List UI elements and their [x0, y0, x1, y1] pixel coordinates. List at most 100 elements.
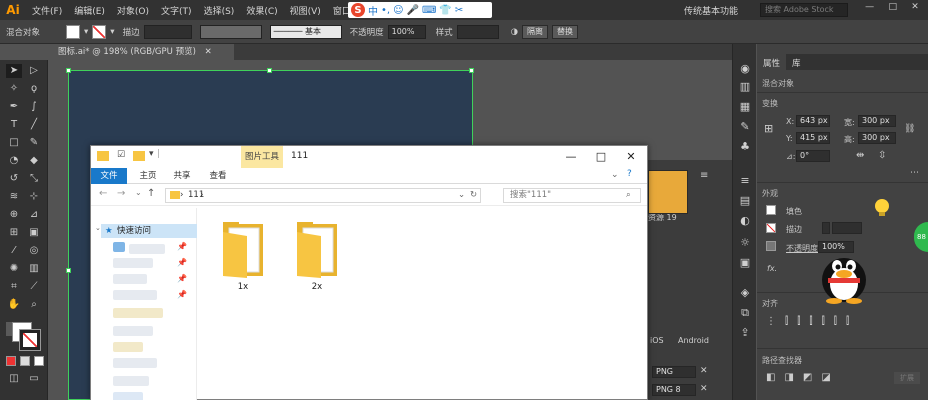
- selection-tool-icon[interactable]: ➤: [6, 64, 22, 78]
- ribbon-tab-file[interactable]: 文件: [91, 168, 127, 184]
- ribbon-tab-share[interactable]: 共享: [167, 168, 197, 184]
- nav-item[interactable]: [113, 242, 125, 252]
- opacity-label[interactable]: 不透明度: [786, 243, 818, 254]
- shape-builder-icon[interactable]: ⊕: [6, 208, 22, 222]
- stroke-weight-input[interactable]: [832, 222, 862, 234]
- blend-tool-icon[interactable]: ◎: [26, 244, 42, 258]
- nav-item[interactable]: [113, 326, 153, 336]
- magic-wand-icon[interactable]: ✧: [6, 82, 22, 96]
- direct-selection-tool-icon[interactable]: ▷: [26, 64, 42, 78]
- type-tool-icon[interactable]: T: [6, 118, 22, 132]
- pathfinder-buttons[interactable]: ◧◨◩◪: [766, 372, 840, 383]
- menu-file[interactable]: 文件(F): [26, 4, 68, 17]
- nav-item[interactable]: [113, 376, 149, 386]
- address-bar[interactable]: › 111 › ⌄ ↻: [165, 188, 481, 203]
- minimize-icon[interactable]: —: [561, 150, 581, 164]
- adobe-stock-search[interactable]: 搜索 Adobe Stock: [760, 3, 848, 17]
- nav-item[interactable]: [113, 290, 157, 300]
- nav-item[interactable]: [113, 308, 163, 318]
- stroke-swatch[interactable]: [766, 223, 776, 233]
- line-tool-icon[interactable]: ╱: [26, 118, 42, 132]
- expand-button[interactable]: 扩展: [894, 372, 920, 384]
- close-icon[interactable]: ✕: [700, 384, 708, 394]
- refresh-icon[interactable]: ↻: [470, 189, 477, 202]
- lasso-icon[interactable]: ϙ: [26, 82, 42, 96]
- paintbrush-icon[interactable]: ✎: [26, 136, 42, 150]
- appearance-icon[interactable]: ☼: [737, 236, 753, 250]
- ime-punctuation-icon[interactable]: •,: [381, 5, 390, 16]
- ime-emoji-icon[interactable]: ☺: [393, 5, 403, 16]
- replace-button[interactable]: 替换: [552, 24, 579, 39]
- panel-menu-icon[interactable]: ≡: [700, 170, 708, 181]
- stroke-swatch[interactable]: [92, 24, 107, 39]
- draw-mode-icon[interactable]: ◫: [6, 372, 22, 386]
- rotate-input[interactable]: 0°: [796, 150, 830, 162]
- recent-locations-icon[interactable]: ⌄: [135, 188, 142, 197]
- close-icon[interactable]: ✕: [911, 2, 919, 18]
- rectangle-tool-icon[interactable]: □: [6, 136, 22, 150]
- selection-handle[interactable]: [469, 68, 474, 73]
- forward-icon[interactable]: →: [117, 188, 125, 199]
- format-select[interactable]: PNG: [652, 366, 696, 378]
- stroke-stepper[interactable]: [822, 222, 830, 234]
- align-buttons[interactable]: ⋮⫿⫿⫿⫿⫿⫿: [766, 316, 858, 327]
- asset-export-icon[interactable]: ⇪: [737, 326, 753, 340]
- fill-swatch[interactable]: [766, 205, 776, 215]
- ime-keyboard-icon[interactable]: ⌨: [422, 5, 436, 16]
- swatches-icon[interactable]: ▦: [737, 100, 753, 114]
- pen-tool-icon[interactable]: ✒: [6, 100, 22, 114]
- hand-tool-icon[interactable]: ✋: [6, 298, 22, 312]
- symbols-icon[interactable]: ♣: [737, 140, 753, 154]
- nav-quick-access[interactable]: ★ 快速访问: [101, 224, 197, 238]
- free-transform-icon[interactable]: ⊹: [26, 190, 42, 204]
- menu-type[interactable]: 文字(T): [155, 4, 198, 17]
- folder-name[interactable]: 1x: [219, 282, 267, 292]
- fill-swatch[interactable]: [66, 24, 81, 39]
- isolate-button[interactable]: 隔离: [522, 24, 549, 39]
- format-select[interactable]: PNG 8: [652, 384, 696, 396]
- up-icon[interactable]: ↑: [147, 188, 155, 199]
- eraser-icon[interactable]: ◆: [26, 154, 42, 168]
- color-guide-icon[interactable]: ▥: [737, 80, 753, 94]
- close-tab-icon[interactable]: ✕: [205, 47, 212, 57]
- folder-name[interactable]: 2x: [293, 282, 341, 292]
- tab-properties[interactable]: 属性: [757, 54, 787, 70]
- constrain-proportions-icon[interactable]: ⛓: [904, 124, 915, 134]
- selection-handle[interactable]: [66, 268, 71, 273]
- slice-tool-icon[interactable]: ⟋: [26, 280, 42, 294]
- perspective-grid-icon[interactable]: ⊿: [26, 208, 42, 222]
- y-input[interactable]: 415 px: [796, 132, 830, 144]
- nav-item[interactable]: [113, 342, 143, 352]
- ime-voice-icon[interactable]: 🎤: [407, 5, 419, 16]
- folder-icon[interactable]: [219, 218, 267, 278]
- zoom-tool-icon[interactable]: ⌕: [26, 298, 42, 312]
- new-folder-icon[interactable]: [133, 151, 145, 161]
- nav-item[interactable]: [113, 274, 147, 284]
- gradient-tool-icon[interactable]: ▣: [26, 226, 42, 240]
- gradient-mode-icon[interactable]: [20, 356, 30, 366]
- search-box[interactable]: 搜索"111" ⌕: [503, 188, 641, 203]
- selection-handle[interactable]: [66, 68, 71, 73]
- pin-icon[interactable]: 📌: [177, 242, 187, 251]
- maximize-icon[interactable]: □: [591, 150, 611, 164]
- ribbon-tab-home[interactable]: 主页: [133, 168, 163, 184]
- back-icon[interactable]: ←: [99, 188, 107, 199]
- opacity-input[interactable]: 100%: [387, 24, 426, 39]
- curvature-tool-icon[interactable]: ∫: [26, 100, 42, 114]
- menu-object[interactable]: 对象(O): [111, 4, 155, 17]
- none-mode-icon[interactable]: [34, 356, 44, 366]
- column-graph-icon[interactable]: ▥: [26, 262, 42, 276]
- stroke-color-swatch[interactable]: [19, 329, 41, 351]
- android-preset[interactable]: Android: [678, 336, 709, 345]
- close-icon[interactable]: ✕: [700, 366, 708, 376]
- nav-item[interactable]: [113, 358, 157, 368]
- flip-horizontal-icon[interactable]: ⇹: [856, 150, 864, 161]
- rotate-tool-icon[interactable]: ↺: [6, 172, 22, 186]
- chevron-down-icon[interactable]: ▾: [149, 149, 154, 159]
- shaper-tool-icon[interactable]: ◔: [6, 154, 22, 168]
- pin-icon[interactable]: 📌: [177, 290, 187, 299]
- ime-tools-icon[interactable]: ✂: [455, 5, 463, 16]
- screen-mode-icon[interactable]: ▭: [26, 372, 42, 386]
- document-tab[interactable]: 图标.ai* @ 198% (RGB/GPU 预览) ✕: [54, 44, 234, 60]
- x-input[interactable]: 643 px: [796, 115, 830, 127]
